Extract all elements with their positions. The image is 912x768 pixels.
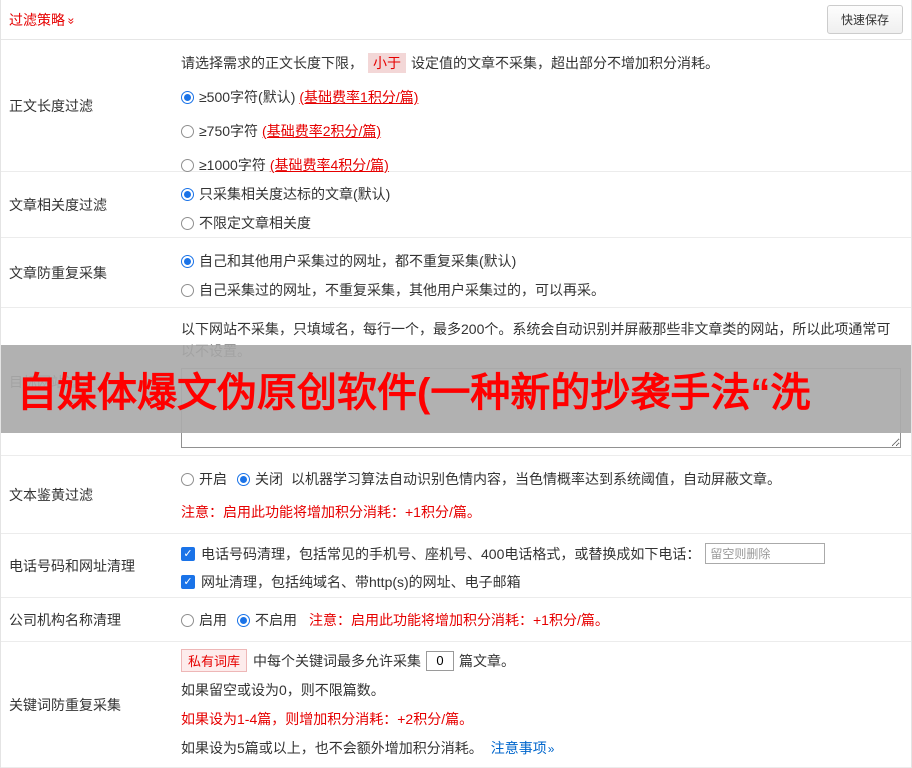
dedupe-option-1-label[interactable]: 自己和其他用户采集过的网址，都不重复采集(默认) xyxy=(199,251,516,271)
option-500-fee: (基础费率1积分/篇) xyxy=(299,89,419,105)
company-options-line: 启用 不启用 注意：启用此功能将增加积分消耗：+1积分/篇。 xyxy=(181,598,901,630)
page-header: 过滤策略» 快速保存 xyxy=(1,0,911,40)
notice-link-text: 注意事项 xyxy=(490,740,547,756)
radio-company-off[interactable] xyxy=(237,613,250,627)
notice-link[interactable]: 注意事项» xyxy=(491,738,555,758)
relevance-option-1-label[interactable]: 只采集相关度达标的文章(默认) xyxy=(199,184,390,204)
watermark-text: 自媒体爆文伪原创软件(一种新的抄袭手法“洗 xyxy=(17,371,811,415)
row-label-body-length: 正文长度过滤 xyxy=(9,97,93,114)
porn-desc: 以机器学习算法自动识别色情内容，当色情概率达到系统阈值，自动屏蔽文章。 xyxy=(291,471,781,487)
row-label-relevance: 文章相关度过滤 xyxy=(9,196,107,213)
watermark-overlay: 自媒体爆文伪原创软件(一种新的抄袭手法“洗 xyxy=(1,345,911,433)
option-500-label[interactable]: ≥500字符(默认) xyxy=(199,87,295,107)
row-label-phone-url: 电话号码和网址清理 xyxy=(9,557,135,574)
row-keyword-dedupe: 关键词防重复采集 私有词库 中每个关键词最多允许采集 篇文章。 如果留空或设为0… xyxy=(1,642,911,768)
row-porn-filter: 文本鉴黄过滤 开启 关闭 以机器学习算法自动识别色情内容，当色情概率达到系统阈值… xyxy=(1,456,911,534)
radio-dedupe-self-only[interactable] xyxy=(181,283,194,297)
radio-length-500[interactable] xyxy=(181,90,194,104)
keyword-limit-text: 中每个关键词最多允许采集 xyxy=(253,652,422,669)
keyword-note-2: 如果设为1-4篇，则增加积分消耗：+2积分/篇。 xyxy=(181,711,474,727)
option-500: ≥500字符(默认) (基础费率1积分/篇) xyxy=(181,87,901,107)
row-label-company: 公司机构名称清理 xyxy=(9,611,121,628)
radio-relevance-any[interactable] xyxy=(181,216,194,230)
private-lexicon-tag: 私有词库 xyxy=(181,649,248,672)
phone-cleanup-line: ✓ 电话号码清理，包括常见的手机号、座机号、400电话格式，或替换成如下电话： xyxy=(181,534,901,564)
relevance-option-1: 只采集相关度达标的文章(默认) xyxy=(181,172,901,204)
porn-warning: 注意：启用此功能将增加积分消耗：+1积分/篇。 xyxy=(181,504,481,520)
porn-off-label[interactable]: 关闭 xyxy=(255,469,283,489)
row-label-dedupe: 文章防重复采集 xyxy=(9,264,107,281)
quick-save-button[interactable]: 快速保存 xyxy=(826,5,903,34)
url-cleanup-line: ✓ 网址清理，包括纯域名、带http(s)的网址、电子邮箱 xyxy=(181,572,901,592)
company-off-label[interactable]: 不启用 xyxy=(255,610,297,630)
keyword-note-3-text: 如果设为5篇或以上，也不会额外增加积分消耗。 xyxy=(181,740,483,756)
option-750-label[interactable]: ≥750字符 xyxy=(199,121,258,141)
url-cleanup-label[interactable]: 网址清理，包括纯域名、带http(s)的网址、电子邮箱 xyxy=(201,572,521,592)
replacement-phone-input[interactable] xyxy=(705,543,826,564)
radio-relevance-strict[interactable] xyxy=(181,187,194,201)
link-chevron-icon: » xyxy=(547,742,555,756)
keyword-note-1: 如果留空或设为0，则不限篇数。 xyxy=(181,682,385,698)
company-on-label[interactable]: 启用 xyxy=(199,610,227,630)
row-phone-url-cleanup: 电话号码和网址清理 ✓ 电话号码清理，包括常见的手机号、座机号、400电话格式，… xyxy=(1,534,911,598)
relevance-option-2: 不限定文章相关度 xyxy=(181,213,901,233)
row-body-length-filter: 正文长度过滤 请选择需求的正文长度下限， 小于 设定值的文章不采集，超出部分不增加积… xyxy=(1,40,911,173)
radio-porn-on[interactable] xyxy=(181,472,194,486)
keyword-limit-line: 私有词库 中每个关键词最多允许采集 篇文章。 xyxy=(181,642,901,672)
porn-options-line: 开启 关闭 以机器学习算法自动识别色情内容，当色情概率达到系统阈值，自动屏蔽文章… xyxy=(181,456,901,489)
keyword-limit-suffix: 篇文章。 xyxy=(459,652,516,669)
intro-highlight: 小于 xyxy=(368,53,406,73)
radio-dedupe-all-users[interactable] xyxy=(181,254,194,268)
porn-on-label[interactable]: 开启 xyxy=(199,469,227,489)
chevron-down-icon: » xyxy=(64,17,79,24)
company-warning: 注意：启用此功能将增加积分消耗：+1积分/篇。 xyxy=(309,612,609,628)
page-title-text: 过滤策略 xyxy=(9,11,65,28)
phone-cleanup-label[interactable]: 电话号码清理，包括常见的手机号、座机号、400电话格式，或替换成如下电话： xyxy=(201,544,700,564)
row-relevance-filter: 文章相关度过滤 只采集相关度达标的文章(默认) 不限定文章相关度 xyxy=(1,172,911,238)
radio-length-750[interactable] xyxy=(181,124,194,138)
radio-length-1000[interactable] xyxy=(181,158,194,172)
keyword-note-3: 如果设为5篇或以上，也不会额外增加积分消耗。 注意事项» xyxy=(181,738,901,758)
radio-company-on[interactable] xyxy=(181,613,194,627)
dedupe-option-1: 自己和其他用户采集过的网址，都不重复采集(默认) xyxy=(181,238,901,271)
page-title[interactable]: 过滤策略» xyxy=(9,10,79,30)
checkbox-url-cleanup[interactable]: ✓ xyxy=(181,575,195,589)
row-company-cleanup: 公司机构名称清理 启用 不启用 注意：启用此功能将增加积分消耗：+1积分/篇。 xyxy=(1,598,911,642)
row-label-porn: 文本鉴黄过滤 xyxy=(9,486,93,503)
relevance-option-2-label[interactable]: 不限定文章相关度 xyxy=(199,213,311,233)
checkbox-phone-cleanup[interactable]: ✓ xyxy=(181,546,195,561)
option-750-fee: (基础费率2积分/篇) xyxy=(262,123,382,139)
body-length-intro: 请选择需求的正文长度下限， 小于 设定值的文章不采集，超出部分不增加积分消耗。 xyxy=(181,40,901,73)
row-dedupe-collection: 文章防重复采集 自己和其他用户采集过的网址，都不重复采集(默认) 自己采集过的网… xyxy=(1,238,911,308)
filter-strategy-page: 过滤策略» 快速保存 正文长度过滤 请选择需求的正文长度下限， 小于 设定值的文章不… xyxy=(0,0,912,768)
keyword-limit-input[interactable] xyxy=(426,650,455,671)
dedupe-option-2-label[interactable]: 自己采集过的网址，不重复采集，其他用户采集过的，可以再采。 xyxy=(199,280,605,300)
radio-porn-off[interactable] xyxy=(237,472,250,486)
row-label-keyword: 关键词防重复采集 xyxy=(9,696,121,713)
intro-before: 请选择需求的正文长度下限， xyxy=(181,55,363,71)
dedupe-option-2: 自己采集过的网址，不重复采集，其他用户采集过的，可以再采。 xyxy=(181,280,901,300)
intro-after: 设定值的文章不采集，超出部分不增加积分消耗。 xyxy=(411,55,719,71)
option-750: ≥750字符 (基础费率2积分/篇) xyxy=(181,121,901,141)
